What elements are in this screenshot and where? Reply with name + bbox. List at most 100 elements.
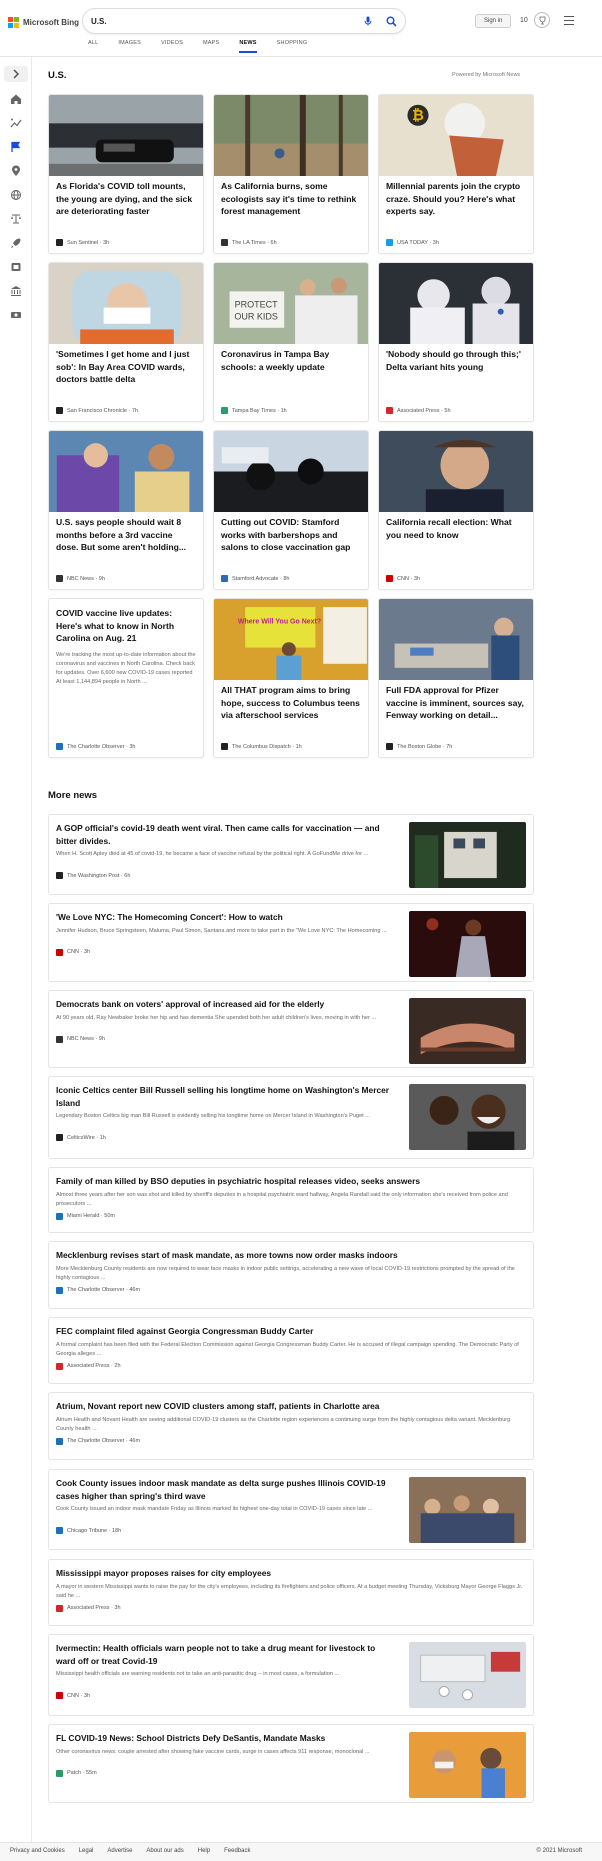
news-card-image[interactable] <box>214 431 368 512</box>
globe-icon[interactable] <box>10 189 22 201</box>
news-card[interactable]: 'Sometimes I get home and I just sob': I… <box>48 262 204 422</box>
rewards-count[interactable]: 10 <box>520 14 528 28</box>
news-card-title[interactable]: COVID vaccine live updates: Here's what … <box>49 599 203 645</box>
search-box[interactable]: U.S. <box>83 9 405 33</box>
more-news-thumbnail[interactable] <box>409 822 526 888</box>
more-news-title[interactable]: FL COVID-19 News: School Districts Defy … <box>56 1732 396 1745</box>
rocket-icon[interactable] <box>10 237 22 249</box>
more-news-title[interactable]: Mecklenburg revises start of mask mandat… <box>56 1249 526 1262</box>
microphone-icon[interactable] <box>363 16 373 26</box>
source-age: 46m <box>129 1438 141 1444</box>
news-card-title[interactable]: 'Nobody should go through this;' Delta v… <box>379 344 533 386</box>
footer-link[interactable]: Feedback <box>224 1848 250 1854</box>
news-card-image[interactable]: PROTECT OUR KIDS <box>214 263 368 344</box>
more-news-item[interactable]: Democrats bank on voters' approval of in… <box>48 990 534 1068</box>
footer-link[interactable]: Help <box>198 1848 210 1854</box>
more-news-thumbnail[interactable] <box>409 1642 526 1708</box>
more-news-title[interactable]: Cook County issues indoor mask mandate a… <box>56 1477 396 1502</box>
news-card[interactable]: ₿ Millennial parents join the crypto craz… <box>378 94 534 254</box>
more-news-title[interactable]: A GOP official's covid-19 death went vir… <box>56 822 396 847</box>
more-news-title[interactable]: Atrium, Novant report new COVID clusters… <box>56 1400 526 1413</box>
footer-link[interactable]: Privacy and Cookies <box>10 1848 65 1854</box>
more-news-item[interactable]: Family of man killed by BSO deputies in … <box>48 1167 534 1233</box>
more-news-thumbnail[interactable] <box>409 911 526 977</box>
news-card-image[interactable] <box>214 95 368 176</box>
news-card-title[interactable]: Full FDA approval for Pfizer vaccine is … <box>379 680 533 722</box>
more-news-item[interactable]: Mecklenburg revises start of mask mandat… <box>48 1241 534 1309</box>
news-card[interactable]: Full FDA approval for Pfizer vaccine is … <box>378 598 534 758</box>
film-icon[interactable] <box>10 261 22 273</box>
more-news-title[interactable]: Iconic Celtics center Bill Russell selli… <box>56 1084 396 1109</box>
news-card-image[interactable]: ₿ <box>379 95 533 176</box>
news-card[interactable]: California recall election: What you nee… <box>378 430 534 590</box>
tab-videos[interactable]: VIDEOS <box>161 40 183 53</box>
news-card-title[interactable]: California recall election: What you nee… <box>379 512 533 554</box>
tab-images[interactable]: IMAGES <box>118 40 141 53</box>
sign-in-button[interactable]: Sign in <box>475 14 512 28</box>
hamburger-menu-icon[interactable] <box>564 16 574 25</box>
more-news-item[interactable]: A GOP official's covid-19 death went vir… <box>48 814 534 895</box>
news-card-image[interactable] <box>49 95 203 176</box>
more-news-item[interactable]: Ivermectin: Health officials warn people… <box>48 1634 534 1716</box>
news-card-title[interactable]: As California burns, some ecologists say… <box>214 176 368 218</box>
more-news-item[interactable]: Mississippi mayor proposes raises for ci… <box>48 1559 534 1626</box>
rewards-trophy-icon[interactable] <box>534 12 550 28</box>
news-card-image[interactable] <box>49 431 203 512</box>
trending-icon[interactable] <box>10 117 22 129</box>
news-card-image[interactable]: Where Will You Go Next? <box>214 599 368 680</box>
home-icon[interactable] <box>10 93 22 105</box>
news-card[interactable]: Cutting out COVID: Stamford works with b… <box>213 430 369 590</box>
chevron-right-icon[interactable] <box>4 66 28 82</box>
tab-news[interactable]: NEWS <box>239 40 257 53</box>
more-news-thumbnail[interactable] <box>409 1084 526 1150</box>
footer-link[interactable]: Legal <box>79 1848 94 1854</box>
news-card[interactable]: As Florida's COVID toll mounts, the youn… <box>48 94 204 254</box>
news-card-title[interactable]: As Florida's COVID toll mounts, the youn… <box>49 176 203 218</box>
more-news-title[interactable]: Democrats bank on voters' approval of in… <box>56 998 396 1011</box>
search-input[interactable]: U.S. <box>91 17 363 26</box>
news-card-image[interactable] <box>379 599 533 680</box>
news-card-title[interactable]: Cutting out COVID: Stamford works with b… <box>214 512 368 554</box>
more-news-item[interactable]: 'We Love NYC: The Homecoming Concert': H… <box>48 903 534 982</box>
news-card[interactable]: U.S. says people should wait 8 months be… <box>48 430 204 590</box>
news-card[interactable]: COVID vaccine live updates: Here's what … <box>48 598 204 758</box>
news-card[interactable]: As California burns, some ecologists say… <box>213 94 369 254</box>
news-card[interactable]: PROTECT OUR KIDS Coronavirus in Tampa Bay … <box>213 262 369 422</box>
more-news-title[interactable]: FEC complaint filed against Georgia Cong… <box>56 1325 526 1338</box>
news-card[interactable]: 'Nobody should go through this;' Delta v… <box>378 262 534 422</box>
location-pin-icon[interactable] <box>10 165 22 177</box>
more-news-title[interactable]: Family of man killed by BSO deputies in … <box>56 1175 526 1188</box>
news-card-image[interactable] <box>379 263 533 344</box>
more-news-item[interactable]: Atrium, Novant report new COVID clusters… <box>48 1392 534 1460</box>
flag-icon[interactable] <box>10 141 22 153</box>
news-card-title[interactable]: 'Sometimes I get home and I just sob': I… <box>49 344 203 386</box>
news-card[interactable]: Where Will You Go Next? All THAT program … <box>213 598 369 758</box>
more-news-thumbnail[interactable] <box>409 1732 526 1798</box>
scale-icon[interactable] <box>10 213 22 225</box>
more-news-item[interactable]: FEC complaint filed against Georgia Cong… <box>48 1317 534 1384</box>
more-news-title[interactable]: Ivermectin: Health officials warn people… <box>56 1642 396 1667</box>
tab-maps[interactable]: MAPS <box>203 40 219 53</box>
footer-link[interactable]: About our ads <box>146 1848 183 1854</box>
news-card-title[interactable]: All THAT program aims to bring hope, suc… <box>214 680 368 722</box>
bing-logo[interactable]: Microsoft Bing <box>8 16 79 28</box>
more-news-item[interactable]: Iconic Celtics center Bill Russell selli… <box>48 1076 534 1159</box>
source-age: 9h <box>98 575 105 582</box>
news-card-title[interactable]: U.S. says people should wait 8 months be… <box>49 512 203 554</box>
news-card-image[interactable] <box>49 263 203 344</box>
news-card-title[interactable]: Millennial parents join the crypto craze… <box>379 176 533 218</box>
search-button[interactable] <box>381 11 401 31</box>
more-news-title[interactable]: 'We Love NYC: The Homecoming Concert': H… <box>56 911 396 924</box>
tab-all[interactable]: ALL <box>88 40 98 53</box>
money-icon[interactable] <box>10 309 22 321</box>
footer-link[interactable]: Advertise <box>107 1848 132 1854</box>
tab-shopping[interactable]: SHOPPING <box>277 40 308 53</box>
more-news-item[interactable]: FL COVID-19 News: School Districts Defy … <box>48 1724 534 1803</box>
more-news-item[interactable]: Cook County issues indoor mask mandate a… <box>48 1469 534 1550</box>
bank-icon[interactable] <box>10 285 22 297</box>
more-news-thumbnail[interactable] <box>409 1477 526 1543</box>
news-card-image[interactable] <box>379 431 533 512</box>
more-news-thumbnail[interactable] <box>409 998 526 1064</box>
more-news-title[interactable]: Mississippi mayor proposes raises for ci… <box>56 1567 526 1580</box>
news-card-title[interactable]: Coronavirus in Tampa Bay schools: a week… <box>214 344 368 386</box>
